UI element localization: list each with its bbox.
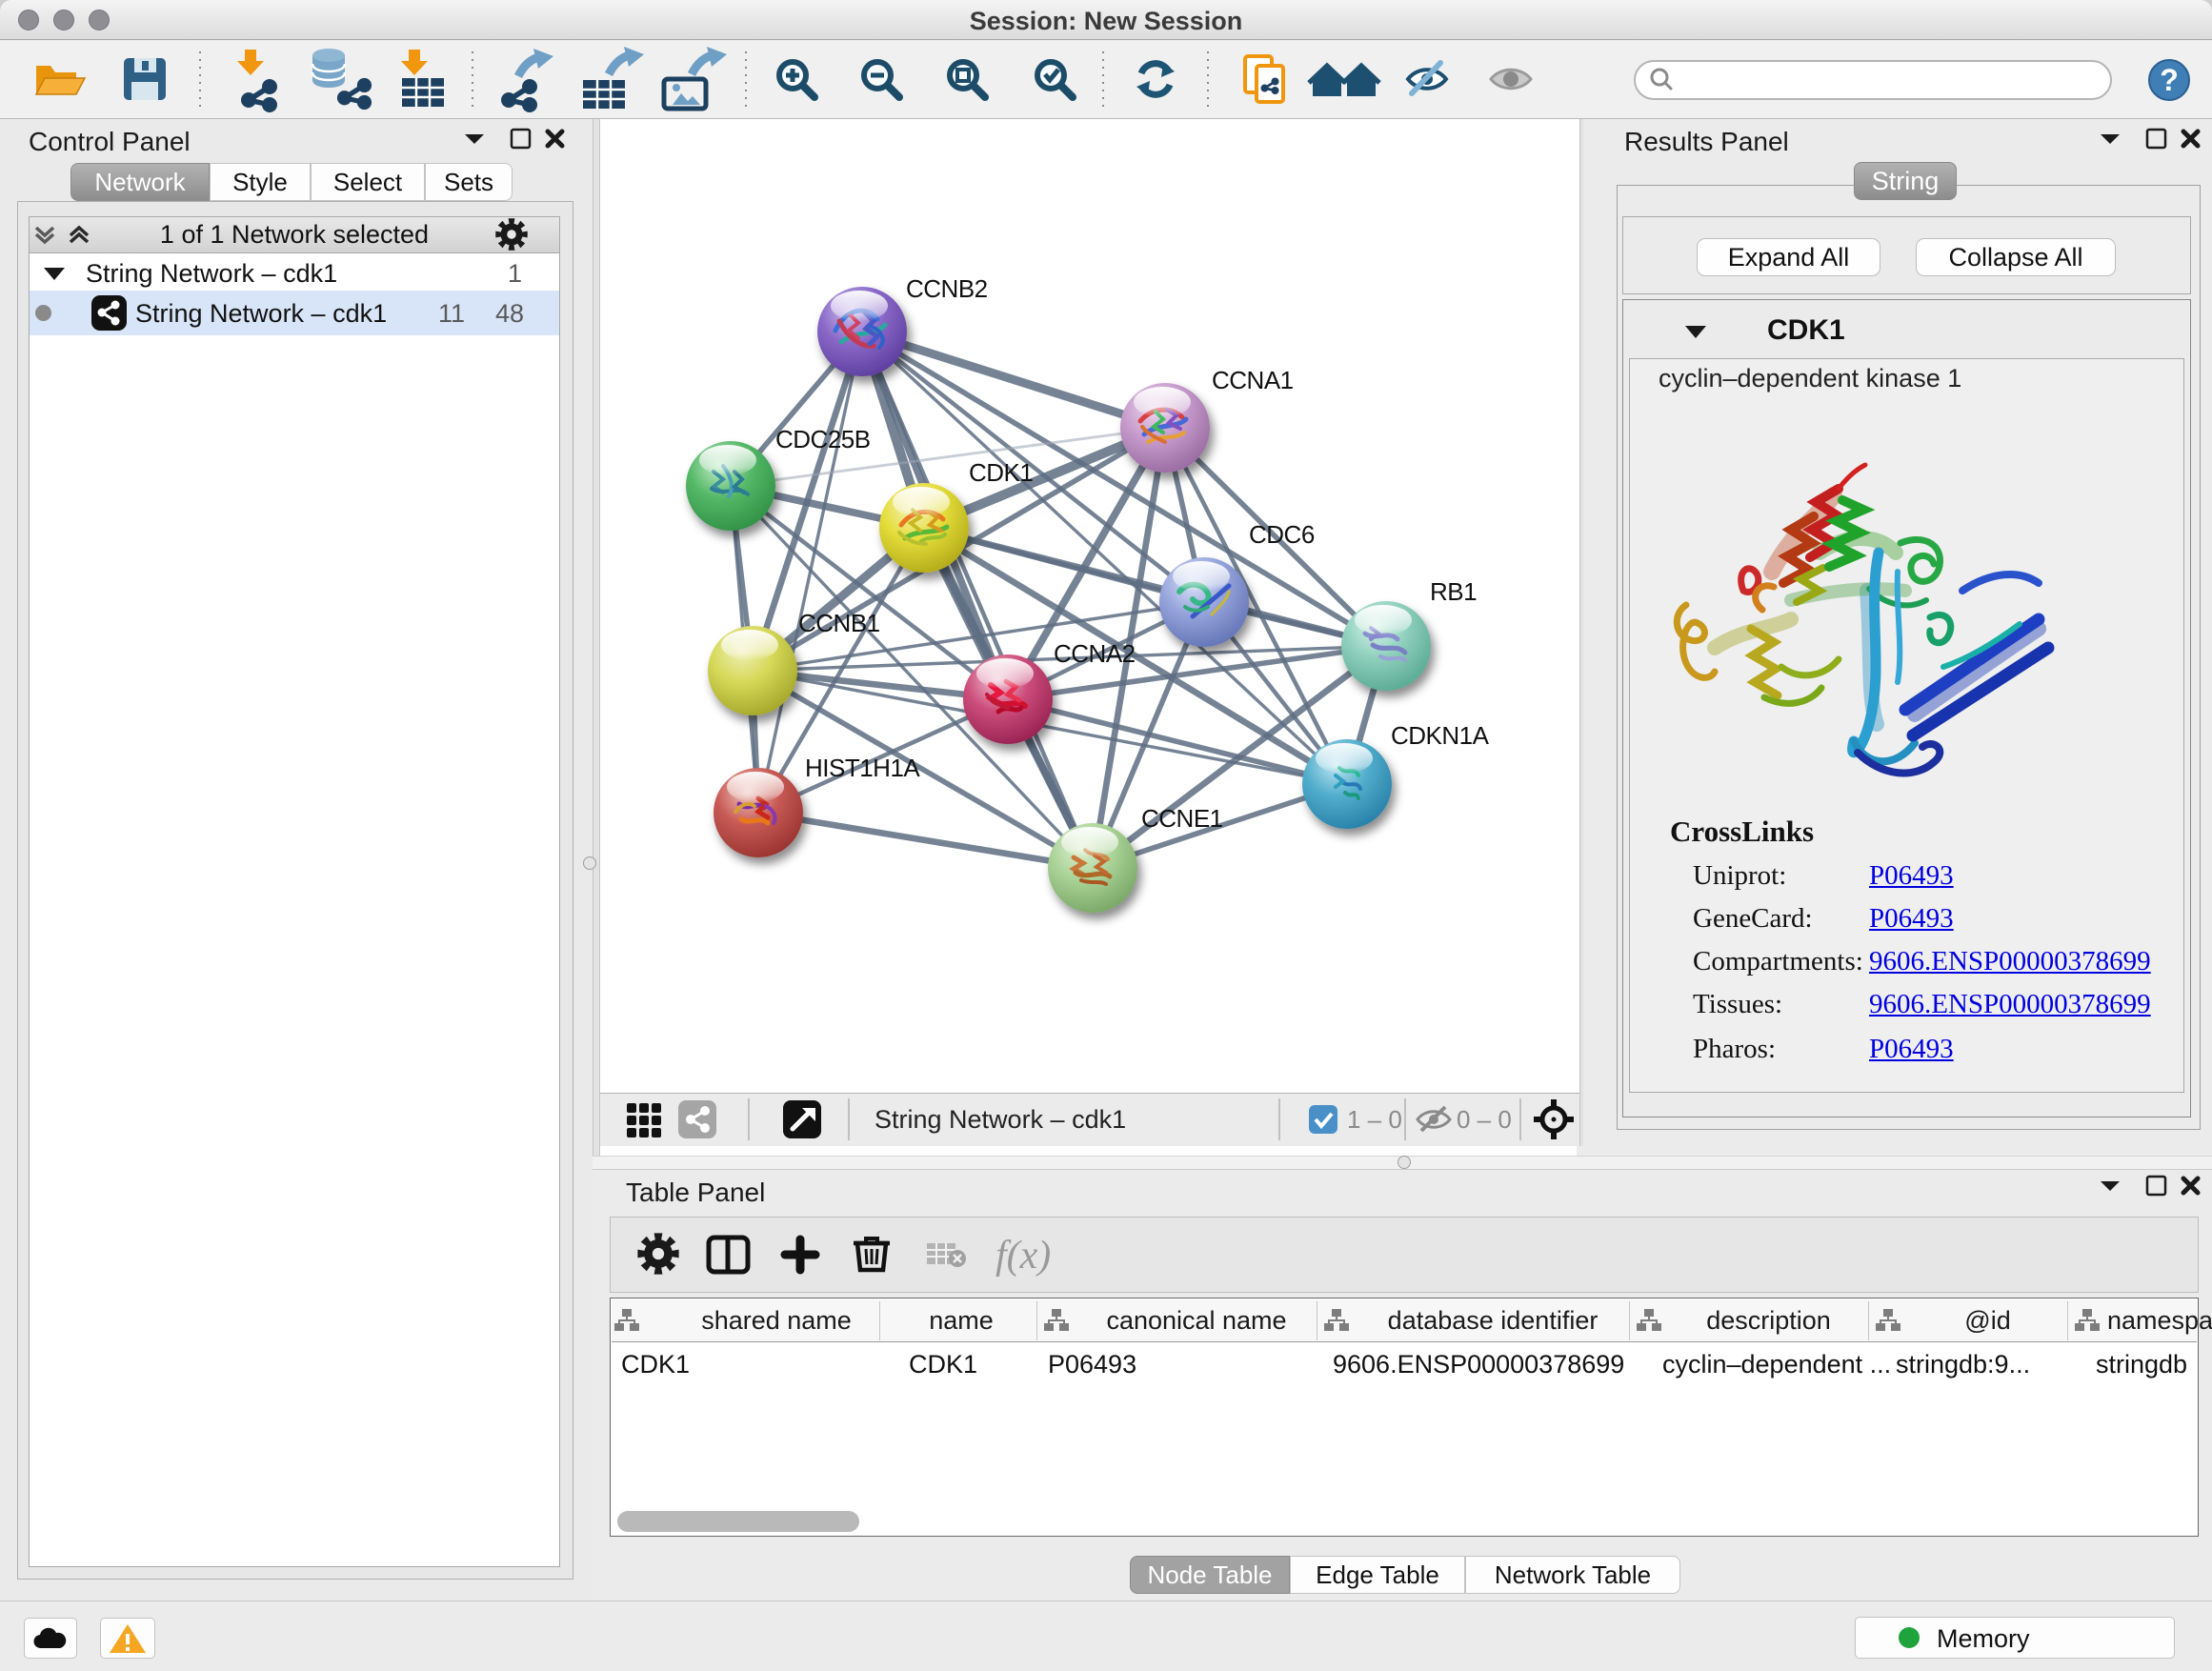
svg-text:CCNB1: CCNB1 — [798, 609, 880, 637]
svg-text:?: ? — [2160, 63, 2179, 97]
svg-text:RB1: RB1 — [1430, 577, 1477, 606]
svg-text:CDC25B: CDC25B — [775, 425, 871, 453]
svg-text:CDC6: CDC6 — [1249, 520, 1315, 549]
svg-text:f(x): f(x) — [995, 1234, 1051, 1278]
svg-text:CDK1: CDK1 — [969, 458, 1033, 487]
svg-text:CDKN1A: CDKN1A — [1391, 721, 1490, 750]
svg-text:0 – 0: 0 – 0 — [1457, 1105, 1512, 1134]
svg-text:CCNE1: CCNE1 — [1141, 804, 1223, 833]
svg-text:CCNA2: CCNA2 — [1054, 639, 1136, 668]
svg-text:CCNA1: CCNA1 — [1212, 366, 1294, 394]
svg-text:String Network – cdk1: String Network – cdk1 — [875, 1105, 1126, 1134]
svg-text:HIST1H1A: HIST1H1A — [805, 754, 920, 782]
svg-text:1 – 0: 1 – 0 — [1347, 1105, 1402, 1134]
svg-text:CCNB2: CCNB2 — [906, 274, 988, 303]
